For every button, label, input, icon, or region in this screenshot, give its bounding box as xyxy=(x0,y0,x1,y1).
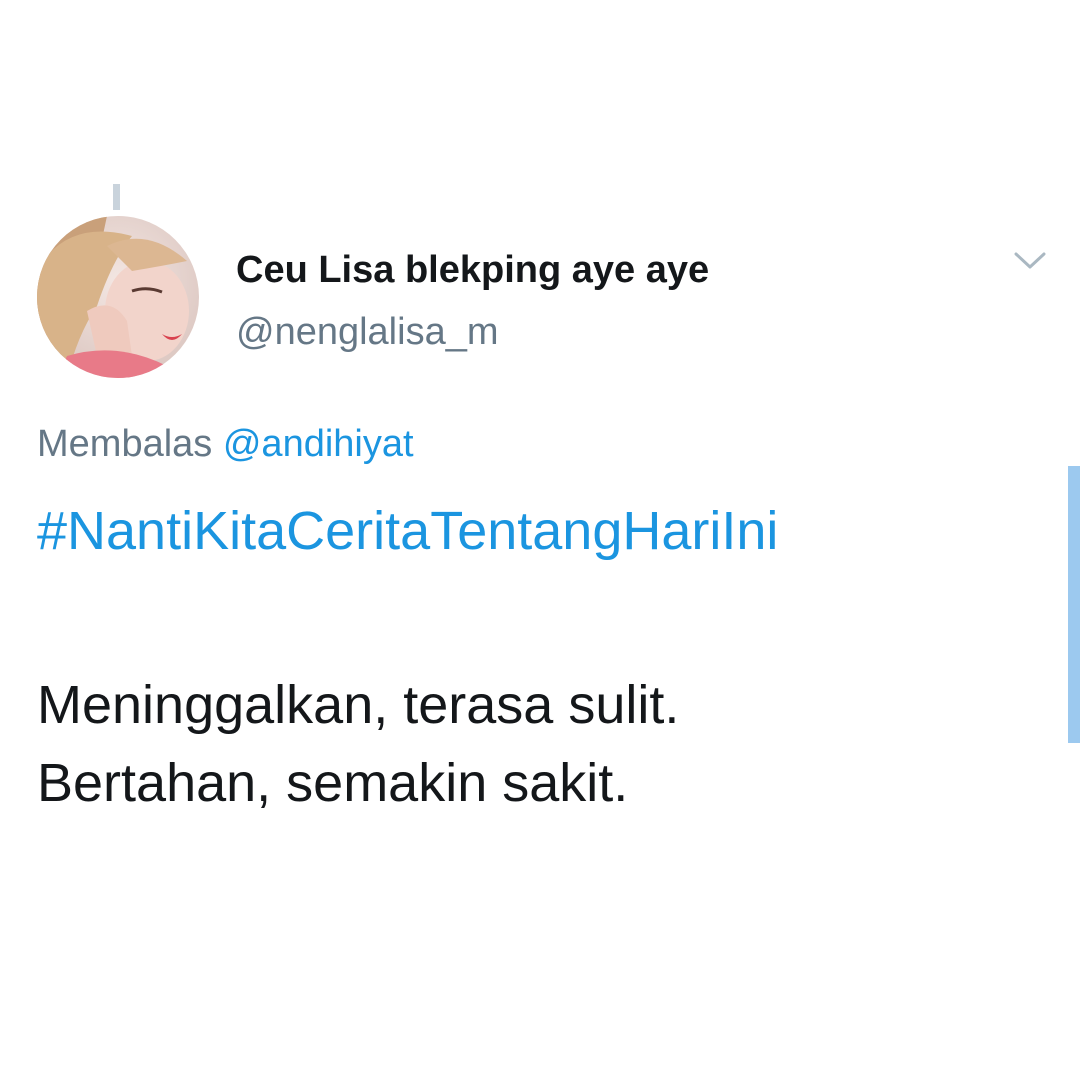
hashtag-link[interactable]: #NantiKitaCeritaTentangHariIni xyxy=(37,498,778,564)
avatar[interactable] xyxy=(37,216,199,378)
reply-prefix: Membalas xyxy=(37,423,213,465)
tweet-text: Meninggalkan, terasa sulit. Bertahan, se… xyxy=(37,666,679,822)
display-name[interactable]: Ceu Lisa blekping aye aye xyxy=(236,246,709,294)
scrollbar-thumb[interactable] xyxy=(1068,466,1080,743)
avatar-photo xyxy=(37,216,199,378)
tweet-text-line: Meninggalkan, terasa sulit. xyxy=(37,675,680,735)
tweet-text-line: Bertahan, semakin sakit. xyxy=(37,753,629,813)
reply-context: Membalas @andihiyat xyxy=(37,420,414,468)
chevron-down-icon[interactable] xyxy=(1010,246,1050,276)
reply-mention-link[interactable]: @andihiyat xyxy=(223,423,414,465)
user-handle[interactable]: @nenglalisa_m xyxy=(236,308,499,356)
thread-connector-line xyxy=(113,184,120,210)
